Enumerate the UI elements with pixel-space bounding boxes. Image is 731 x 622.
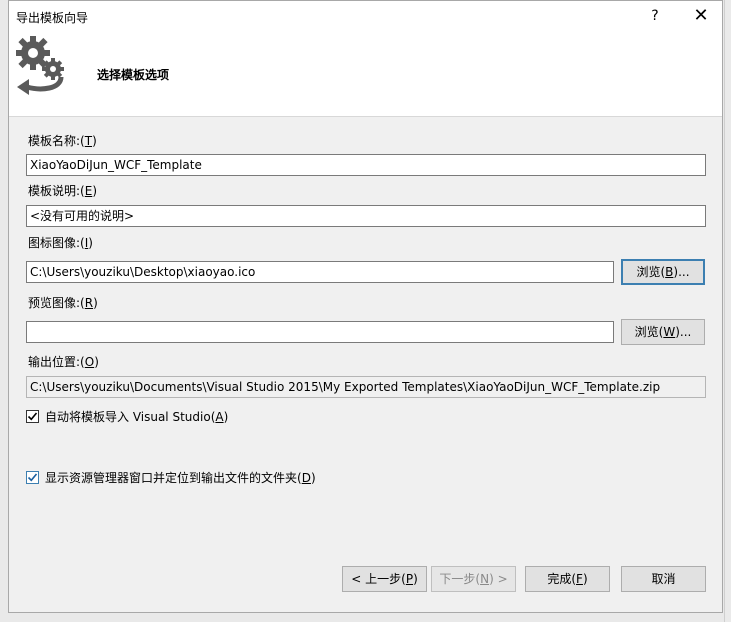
- auto-import-checkbox-row[interactable]: 自动将模板导入 Visual Studio(A): [26, 408, 228, 424]
- browse-preview-button[interactable]: 浏览(W)...: [621, 319, 705, 345]
- template-description-input[interactable]: <没有可用的说明>: [26, 205, 706, 227]
- icon-image-input[interactable]: C:\Users\youziku\Desktop\xiaoyao.ico: [26, 261, 614, 283]
- show-explorer-label: 显示资源管理器窗口并定位到输出文件的文件夹(D): [45, 470, 316, 485]
- next-button[interactable]: 下一步(N) >: [431, 566, 516, 592]
- finish-button[interactable]: 完成(F): [525, 566, 610, 592]
- template-name-input[interactable]: XiaoYaoDiJun_WCF_Template: [26, 154, 706, 176]
- checkmark-icon: [27, 472, 38, 481]
- checkmark-icon: [27, 411, 38, 420]
- auto-import-checkbox[interactable]: [26, 409, 39, 423]
- window-title: 导出模板向导: [16, 11, 89, 25]
- background-window-edge: [724, 0, 731, 622]
- output-location-label: 输出位置:(O): [28, 355, 99, 369]
- preview-image-label: 预览图像:(R): [28, 296, 98, 310]
- template-name-label: 模板名称:(T): [28, 134, 97, 148]
- wizard-header: 选择模板选项: [9, 31, 722, 117]
- page-title: 选择模板选项: [97, 68, 170, 82]
- template-description-label: 模板说明:(E): [28, 184, 98, 198]
- gears-arrow-icon: [16, 36, 64, 95]
- show-explorer-checkbox-row[interactable]: 显示资源管理器窗口并定位到输出文件的文件夹(D): [26, 469, 316, 485]
- output-location-field: C:\Users\youziku\Documents\Visual Studio…: [26, 376, 706, 398]
- title-bar: 导出模板向导 ? ✕: [9, 1, 722, 31]
- preview-image-input[interactable]: [26, 321, 614, 343]
- close-button[interactable]: ✕: [687, 6, 715, 26]
- help-button[interactable]: ?: [641, 6, 669, 26]
- cancel-button[interactable]: 取消: [621, 566, 706, 592]
- show-explorer-checkbox[interactable]: [26, 470, 39, 484]
- browse-icon-button[interactable]: 浏览(B)...: [621, 259, 705, 285]
- auto-import-label: 自动将模板导入 Visual Studio(A): [45, 409, 229, 424]
- icon-image-label: 图标图像:(I): [28, 236, 93, 250]
- export-template-wizard-dialog: 导出模板向导 ? ✕ 选择模板选项 模板名称:(T) XiaoYaoDiJun_…: [8, 0, 723, 613]
- previous-button[interactable]: < 上一步(P): [342, 566, 427, 592]
